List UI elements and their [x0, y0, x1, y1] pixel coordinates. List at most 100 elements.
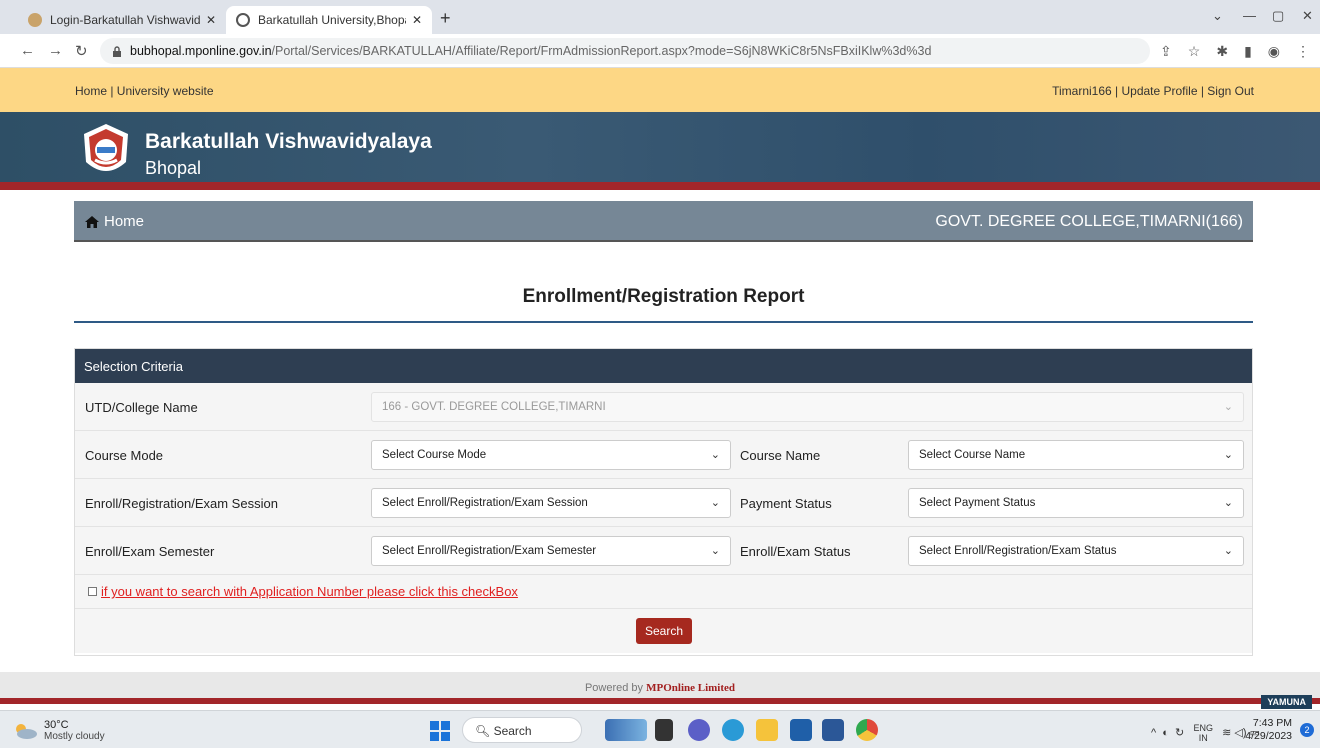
edge-browser-icon[interactable]	[722, 719, 744, 741]
language-indicator[interactable]: ENG IN	[1193, 723, 1213, 743]
exam-status-select[interactable]: Select Enroll/Registration/Exam Status ⌄	[908, 536, 1244, 566]
chevron-down-icon: ⌄	[1223, 497, 1233, 509]
file-explorer-icon[interactable]	[756, 719, 778, 741]
page-title: Enrollment/Registration Report	[522, 286, 805, 307]
college-label: UTD/College Name	[85, 400, 198, 415]
browser-tab-login[interactable]: Login-Barkatullah Vishwavidyalay ✕	[18, 6, 226, 34]
session-value: Select Enroll/Registration/Exam Session	[382, 497, 588, 509]
exam-status-value: Select Enroll/Registration/Exam Status	[919, 545, 1117, 557]
university-seal-icon	[84, 124, 128, 171]
semester-select[interactable]: Select Enroll/Registration/Exam Semester…	[371, 536, 731, 566]
session-select[interactable]: Select Enroll/Registration/Exam Session …	[371, 488, 731, 518]
search-icon: 🔍︎	[475, 724, 491, 738]
weather-temp: 30°C	[44, 719, 69, 731]
windows-taskbar: 30°C Mostly cloudy 🔍︎ Search ^ ◐ ↻ ENG I…	[0, 710, 1320, 748]
windows-start-icon[interactable]	[430, 721, 450, 741]
tray-app-icon[interactable]: ◐	[1162, 727, 1169, 739]
clock-time: 7:43 PM	[1252, 717, 1292, 729]
chat-icon[interactable]	[688, 719, 710, 741]
semester-label: Enroll/Exam Semester	[85, 544, 215, 559]
globe-icon	[236, 13, 250, 27]
university-name: Barkatullah Vishwavidyalaya	[145, 130, 432, 153]
course-mode-value: Select Course Mode	[382, 449, 487, 461]
search-row: Search	[75, 609, 1252, 653]
course-name-select[interactable]: Select Course Name ⌄	[908, 440, 1244, 470]
wifi-icon[interactable]: ≋	[1222, 727, 1231, 739]
browser-tab-university[interactable]: Barkatullah University,Bhopal ✕	[226, 6, 432, 34]
session-row: Enroll/Registration/Exam Session Select …	[75, 479, 1252, 527]
minimize-icon[interactable]: —	[1243, 8, 1256, 23]
tab-title: Login-Barkatullah Vishwavidyalay	[50, 13, 200, 27]
chevron-down-icon: ⌄	[1223, 545, 1233, 557]
extensions-puzzle-icon[interactable]: ✱	[1216, 43, 1228, 60]
selection-criteria-panel: Selection Criteria UTD/College Name 166 …	[74, 348, 1253, 656]
url-path: /Portal/Services/BARKATULLAH/Affiliate/R…	[271, 44, 932, 58]
mponline-logo[interactable]: MPOnline Limited	[646, 682, 735, 694]
panel-heading: Selection Criteria	[75, 349, 1252, 383]
university-favicon-icon	[28, 13, 42, 27]
title-divider	[74, 321, 1253, 323]
chevron-down-icon: ⌄	[1223, 401, 1233, 413]
home-navbar: Home GOVT. DEGREE COLLEGE,TIMARNI(166)	[74, 201, 1253, 242]
chevron-down-icon: ⌄	[710, 497, 720, 509]
url-domain: bubhopal.mponline.gov.in	[130, 44, 272, 58]
chrome-icon[interactable]	[856, 719, 878, 741]
tray-overflow-chevron-icon[interactable]: ^	[1151, 727, 1156, 739]
application-number-checkbox-label[interactable]: if you want to search with Application N…	[101, 584, 518, 599]
top-links-strip: Home | University website Timarni166 | U…	[0, 68, 1320, 112]
course-name-value: Select Course Name	[919, 449, 1026, 461]
home-university-links[interactable]: Home | University website	[75, 84, 214, 98]
browser-toolbar-icons: ⇪ ☆ ✱ ▮ ◉ ⋮	[1160, 43, 1310, 60]
close-tab-icon[interactable]: ✕	[206, 13, 216, 27]
notification-badge[interactable]: 2	[1300, 723, 1314, 737]
forward-arrow-icon[interactable]: →	[48, 42, 63, 59]
home-icon	[85, 215, 99, 228]
browser-tab-strip: Login-Barkatullah Vishwavidyalay ✕ Barka…	[0, 0, 1320, 34]
home-link[interactable]: Home	[84, 213, 144, 230]
course-row: Course Mode Select Course Mode ⌄ Course …	[75, 431, 1252, 479]
bookmark-star-icon[interactable]: ☆	[1188, 43, 1201, 60]
weather-widget[interactable]: 30°C Mostly cloudy	[12, 719, 105, 742]
application-number-checkbox[interactable]	[88, 587, 97, 596]
semester-value: Select Enroll/Registration/Exam Semester	[382, 545, 597, 557]
chevron-down-icon: ⌄	[1223, 449, 1233, 461]
college-row: UTD/College Name 166 - GOVT. DEGREE COLL…	[75, 383, 1252, 431]
lock-icon	[113, 45, 121, 57]
back-arrow-icon[interactable]: ←	[20, 42, 35, 59]
tab-title: Barkatullah University,Bhopal	[258, 13, 406, 27]
address-bar-row: ← → ↻ bubhopal.mponline.gov.in/Portal/Se…	[0, 34, 1320, 68]
language-code: ENG	[1193, 723, 1213, 733]
college-select[interactable]: 166 - GOVT. DEGREE COLLEGE,TIMARNI ⌄	[371, 392, 1244, 422]
close-window-icon[interactable]: ✕	[1302, 8, 1313, 24]
share-icon[interactable]: ⇪	[1160, 43, 1172, 60]
reload-icon[interactable]: ↻	[75, 42, 88, 60]
taskbar-search[interactable]: 🔍︎ Search	[462, 717, 582, 743]
user-badge: YAMUNA	[1261, 695, 1312, 709]
user-profile-links[interactable]: Timarni166 | Update Profile | Sign Out	[1052, 84, 1254, 98]
close-tab-icon[interactable]: ✕	[412, 13, 422, 27]
profile-avatar-icon[interactable]: ◉	[1268, 43, 1280, 60]
tray-refresh-icon[interactable]: ↻	[1175, 727, 1184, 739]
widgets-landscape-icon[interactable]	[605, 719, 647, 741]
tab-search-chevron-icon[interactable]: ⌄	[1212, 8, 1223, 24]
menu-kebab-icon[interactable]: ⋮	[1296, 43, 1310, 60]
url-field[interactable]: bubhopal.mponline.gov.in/Portal/Services…	[100, 38, 1150, 64]
maximize-icon[interactable]: ▢	[1272, 8, 1284, 24]
payment-status-select[interactable]: Select Payment Status ⌄	[908, 488, 1244, 518]
course-mode-select[interactable]: Select Course Mode ⌄	[371, 440, 731, 470]
mail-icon[interactable]	[790, 719, 812, 741]
home-link-label: Home	[104, 213, 145, 230]
page-footer: Powered by MPOnline Limited	[0, 672, 1320, 704]
course-mode-label: Course Mode	[85, 448, 164, 463]
side-panel-icon[interactable]: ▮	[1244, 43, 1252, 60]
task-view-icon[interactable]	[655, 719, 673, 741]
search-button[interactable]: Search	[636, 618, 692, 644]
chevron-down-icon: ⌄	[710, 449, 720, 461]
session-label: Enroll/Registration/Exam Session	[85, 496, 278, 511]
exam-status-label: Enroll/Exam Status	[740, 544, 851, 559]
new-tab-button[interactable]: +	[440, 8, 451, 29]
system-clock[interactable]: 7:43 PM 4/29/2023	[1245, 717, 1292, 743]
application-number-row: if you want to search with Application N…	[75, 575, 1252, 609]
university-city: Bhopal	[145, 158, 202, 178]
word-icon[interactable]	[822, 719, 844, 741]
